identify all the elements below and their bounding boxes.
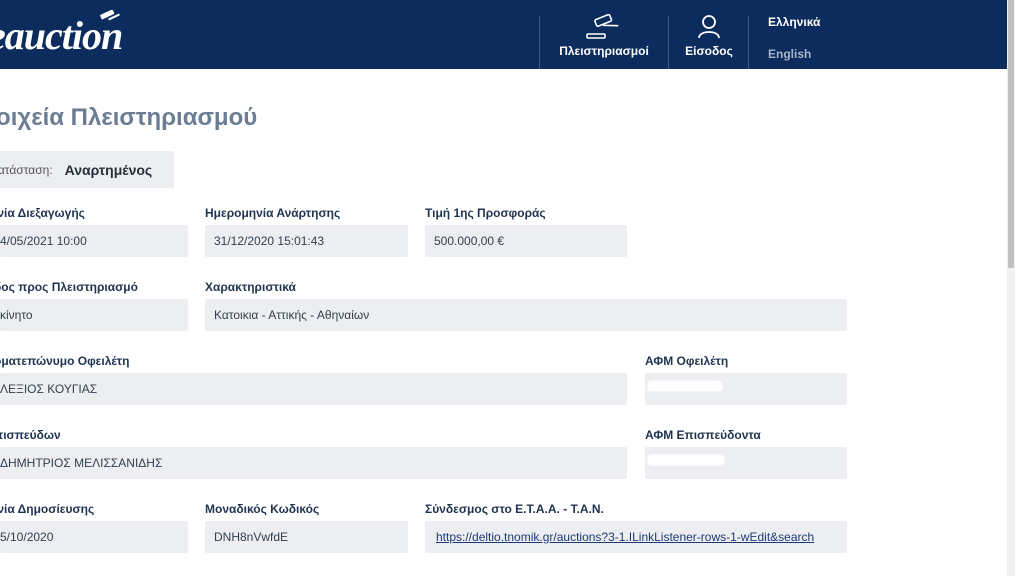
nav-login-button[interactable]: Είσοδος — [680, 14, 738, 64]
nav-separator — [539, 16, 540, 69]
etaa-link-field: https://deltio.tnomik.gr/auctions?3-1.IL… — [425, 521, 847, 553]
nav-login-label: Είσοδος — [685, 44, 733, 58]
user-icon — [698, 15, 720, 39]
nav-separator — [668, 16, 669, 69]
publication-date-label: /νία Δημοσίευσης — [0, 502, 95, 516]
auction-type-label: δος προς Πλειστηριασμό — [0, 280, 138, 294]
nav-separator — [748, 16, 749, 69]
eauction-logo[interactable]: eauction — [0, 6, 123, 66]
nav-auctions-label: Πλειστηριασμοί — [559, 44, 649, 58]
debtor-name-field: ΛΕΞΙΟΣ ΚΟΥΓΙΑΣ — [0, 373, 627, 405]
characteristics-field: Κατοικια - Αττικής - Αθηναίων — [205, 299, 847, 331]
etaa-link-label: Σύνδεσμος στο Ε.Τ.Α.Α. - Τ.Α.Ν. — [425, 502, 604, 516]
auction-type-value: κίνητο — [0, 308, 33, 322]
first-bid-label: Τιμή 1ης Προσφοράς — [425, 206, 546, 220]
status-value: Αναρτημένος — [64, 161, 153, 178]
auction-type-field: κίνητο — [0, 299, 188, 331]
characteristics-value: Κατοικια - Αττικής - Αθηναίων — [214, 308, 370, 322]
first-bid-value: 500.000,00 € — [434, 234, 505, 248]
auction-date-field: 4/05/2021 10:00 — [0, 225, 188, 257]
creditor-vat-label: ΑΦΜ Επισπεύδοντα — [645, 428, 761, 442]
auction-date-value: 4/05/2021 10:00 — [0, 234, 87, 248]
gavel-icon — [586, 14, 619, 39]
publication-date-value: 5/10/2020 — [0, 530, 54, 544]
posting-date-field: 31/12/2020 15:01:43 — [205, 225, 408, 257]
logo-gavel-icon — [100, 10, 120, 21]
language-english-link[interactable]: English — [768, 47, 811, 61]
characteristics-label: Χαρακτηριστικά — [205, 280, 296, 294]
status-label: Κατάσταση: — [0, 162, 53, 177]
language-greek-link[interactable]: Ελληνικά — [768, 15, 820, 29]
unique-code-label: Μοναδικός Κωδικός — [205, 502, 320, 516]
scrollbar-thumb[interactable] — [1008, 0, 1014, 268]
etaa-link[interactable]: https://deltio.tnomik.gr/auctions?3-1.IL… — [436, 530, 814, 544]
debtor-vat-label: ΑΦΜ Οφειλέτη — [645, 354, 729, 368]
top-header: eauction Πλειστηριασμοί Είσοδος Ελληνικά… — [0, 0, 1007, 69]
unique-code-field: DNH8nVwfdE — [205, 521, 408, 553]
creditor-name-label: πισπεύδων — [0, 428, 61, 442]
auction-date-label: /νία Διεξαγωγής — [0, 206, 85, 220]
creditor-name-field: ΔΗΜΗΤΡΙΟΣ ΜΕΛΙΣΣΑΝΙΔΗΣ — [0, 447, 627, 479]
status-badge: Κατάσταση: Αναρτημένος — [0, 151, 174, 188]
posting-date-label: Ημερομηνία Ανάρτησης — [205, 206, 341, 220]
debtor-name-value: ΛΕΞΙΟΣ ΚΟΥΓΙΑΣ — [0, 382, 98, 396]
publication-date-field: 5/10/2020 — [0, 521, 188, 553]
creditor-name-value: ΔΗΜΗΤΡΙΟΣ ΜΕΛΙΣΣΑΝΙΔΗΣ — [0, 456, 163, 470]
nav-auctions-button[interactable]: Πλειστηριασμοί — [551, 14, 657, 64]
redaction-mark — [648, 455, 724, 465]
first-bid-field: 500.000,00 € — [425, 225, 627, 257]
redaction-mark — [648, 381, 722, 391]
debtor-name-label: οματεπώνυμο Οφειλέτη — [0, 354, 130, 368]
posting-date-value: 31/12/2020 15:01:43 — [214, 234, 325, 248]
unique-code-value: DNH8nVwfdE — [214, 530, 289, 544]
page-title: τοιχεία Πλειστηριασμού — [0, 104, 258, 131]
